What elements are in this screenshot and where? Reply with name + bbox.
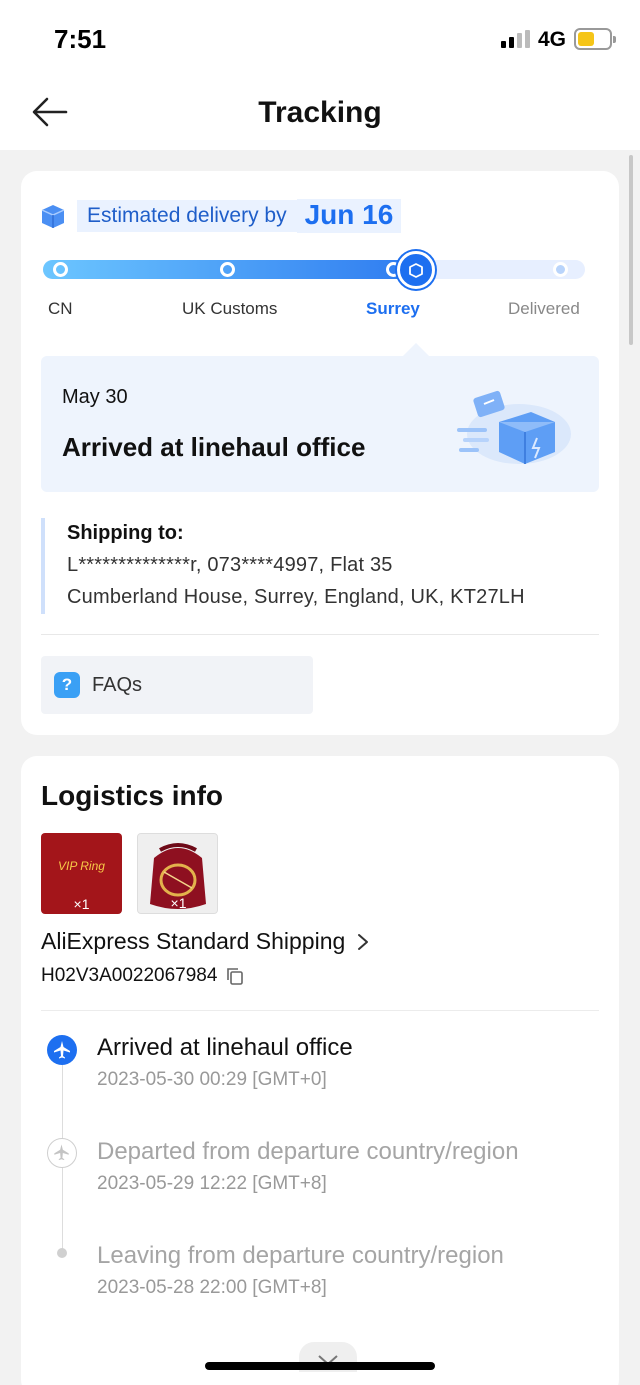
shipping-address: Shipping to: L**************r, 073****49… — [41, 518, 599, 614]
divider — [41, 1010, 599, 1011]
package-icon — [41, 205, 65, 228]
latest-status-box: May 30 Arrived at linehaul office — [41, 356, 599, 492]
event-title: Arrived at linehaul office — [97, 1034, 353, 1061]
home-indicator — [205, 1362, 435, 1370]
battery-icon — [574, 28, 616, 50]
logistics-title: Logistics info — [41, 780, 223, 811]
progress-stop-dot — [53, 262, 68, 277]
callout-pointer — [402, 343, 430, 357]
shipping-address-line2: Cumberland House, Surrey, England, UK, K… — [67, 586, 525, 608]
copy-icon[interactable] — [225, 966, 245, 986]
event-title: Departed from departure country/region — [97, 1138, 519, 1165]
product-thumbnail[interactable]: VIP Ring ×1 — [41, 833, 122, 914]
signal-icon — [501, 30, 531, 48]
progress-track — [43, 260, 585, 279]
progress-stop-dot — [220, 262, 235, 277]
delivery-box-illustration — [457, 390, 571, 464]
latest-status-date: May 30 — [62, 386, 128, 408]
stop-label-delivered: Delivered — [508, 299, 580, 318]
scrollbar[interactable] — [629, 155, 633, 345]
event-time: 2023-05-28 22:00 [GMT+8] — [97, 1277, 327, 1298]
carrier-link[interactable]: AliExpress Standard Shipping — [41, 928, 369, 955]
latest-status-text: Arrived at linehaul office — [62, 432, 366, 462]
faq-button[interactable]: ? FAQs — [41, 656, 313, 714]
airplane-icon — [47, 1035, 77, 1065]
shipping-address-line1: L**************r, 073****4997, Flat 35 — [67, 554, 393, 576]
progress-stop-dot — [553, 262, 568, 277]
question-icon: ? — [54, 672, 80, 698]
stop-label-uk-customs: UK Customs — [182, 299, 278, 318]
stop-label-cn: CN — [48, 299, 73, 318]
status-time: 7:51 — [54, 24, 107, 54]
estimated-delivery-date: Jun 16 — [296, 199, 402, 233]
product-thumbnail[interactable]: ×1 — [137, 833, 218, 914]
chevron-right-icon — [358, 933, 369, 950]
page-title: Tracking — [258, 96, 382, 129]
network-label: 4G — [538, 28, 567, 51]
event-title: Leaving from departure country/region — [97, 1242, 504, 1269]
product-quantity: ×1 — [73, 896, 90, 912]
top-header: Tracking — [0, 78, 640, 150]
faq-label: FAQs — [92, 673, 143, 696]
stop-label-surrey: Surrey — [366, 299, 420, 318]
divider — [41, 634, 599, 635]
tracking-number: H02V3A0022067984 — [41, 965, 218, 986]
carrier-name: AliExpress Standard Shipping — [41, 928, 346, 954]
current-stop-icon — [397, 251, 435, 289]
status-bar: 7:51 4G — [0, 0, 640, 78]
tracking-number-row: H02V3A0022067984 — [41, 965, 245, 987]
shipping-heading: Shipping to: — [67, 522, 184, 544]
event-time: 2023-05-30 00:29 [GMT+0] — [97, 1069, 327, 1090]
product-label: VIP Ring — [58, 859, 105, 873]
product-quantity: ×1 — [170, 895, 187, 911]
delivery-card: Estimated delivery by Jun 16 CN UK Custo… — [21, 171, 619, 735]
timeline-dot — [57, 1248, 67, 1258]
logistics-card: Logistics info VIP Ring ×1 ×1 AliExpress… — [21, 756, 619, 1385]
airplane-icon — [47, 1138, 77, 1168]
estimated-delivery: Estimated delivery by Jun 16 — [39, 197, 402, 235]
event-time: 2023-05-29 12:22 [GMT+8] — [97, 1173, 327, 1194]
estimated-delivery-label: Estimated delivery by — [77, 200, 297, 232]
